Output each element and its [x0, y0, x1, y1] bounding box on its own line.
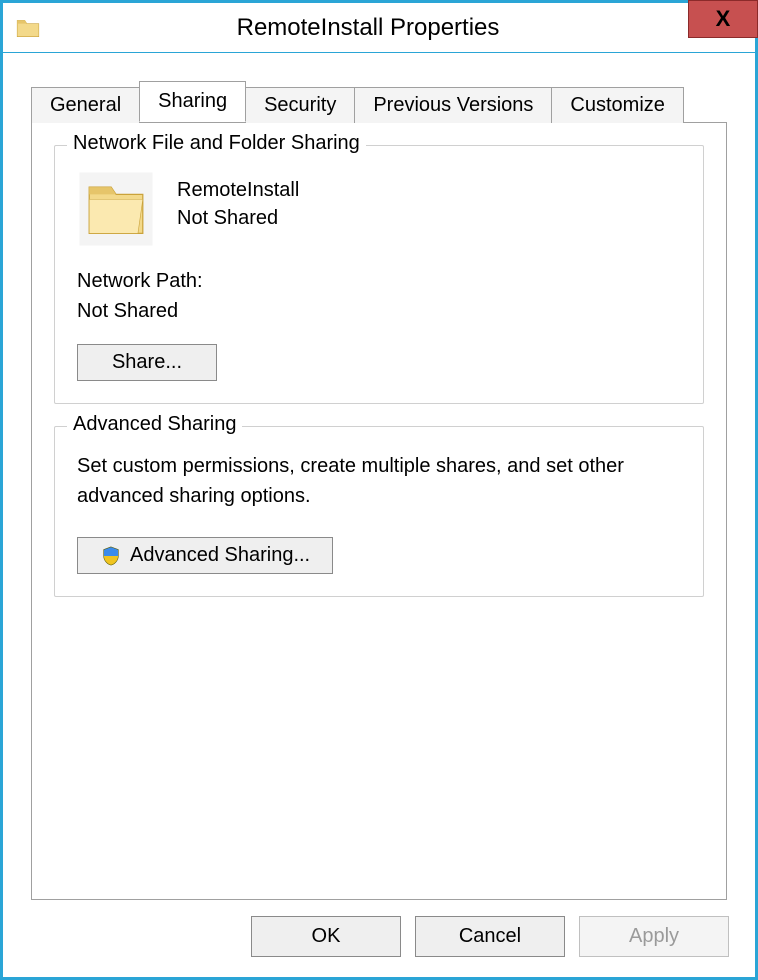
folder-share-status: Not Shared	[177, 204, 299, 232]
properties-window: RemoteInstall Properties X General Shari…	[0, 0, 758, 980]
dialog-footer: OK Cancel Apply	[3, 900, 755, 977]
group-advanced-sharing-title: Advanced Sharing	[67, 413, 242, 436]
close-icon: X	[716, 6, 731, 32]
group-network-sharing: Network File and Folder Sharing RemoteIn…	[54, 145, 704, 404]
folder-info-row: RemoteInstall Not Shared	[77, 170, 681, 248]
tab-general[interactable]: General	[31, 87, 140, 123]
shield-icon	[100, 545, 122, 567]
tab-previous-versions[interactable]: Previous Versions	[354, 87, 552, 123]
share-button[interactable]: Share...	[77, 344, 217, 381]
close-button[interactable]: X	[688, 0, 758, 38]
tab-customize[interactable]: Customize	[551, 87, 683, 123]
titlebar: RemoteInstall Properties X	[3, 3, 755, 53]
group-network-sharing-title: Network File and Folder Sharing	[67, 132, 366, 155]
ok-button[interactable]: OK	[251, 916, 401, 957]
advanced-sharing-button[interactable]: Advanced Sharing...	[77, 537, 333, 574]
tab-sharing[interactable]: Sharing	[139, 81, 246, 122]
advanced-sharing-button-label: Advanced Sharing...	[130, 544, 310, 567]
group-advanced-sharing: Advanced Sharing Set custom permissions,…	[54, 426, 704, 597]
folder-info-text: RemoteInstall Not Shared	[177, 170, 299, 232]
folder-icon	[15, 15, 41, 41]
network-path-block: Network Path: Not Shared	[77, 266, 681, 326]
window-title: RemoteInstall Properties	[41, 14, 755, 42]
folder-large-icon	[77, 170, 155, 248]
content-area: General Sharing Security Previous Versio…	[3, 53, 755, 900]
tab-security[interactable]: Security	[245, 87, 355, 123]
advanced-sharing-description: Set custom permissions, create multiple …	[77, 451, 681, 511]
tab-strip: General Sharing Security Previous Versio…	[31, 81, 727, 122]
apply-button[interactable]: Apply	[579, 916, 729, 957]
tab-panel-sharing: Network File and Folder Sharing RemoteIn…	[31, 122, 727, 900]
network-path-value: Not Shared	[77, 296, 681, 326]
cancel-button[interactable]: Cancel	[415, 916, 565, 957]
network-path-label: Network Path:	[77, 266, 681, 296]
folder-name-label: RemoteInstall	[177, 176, 299, 204]
